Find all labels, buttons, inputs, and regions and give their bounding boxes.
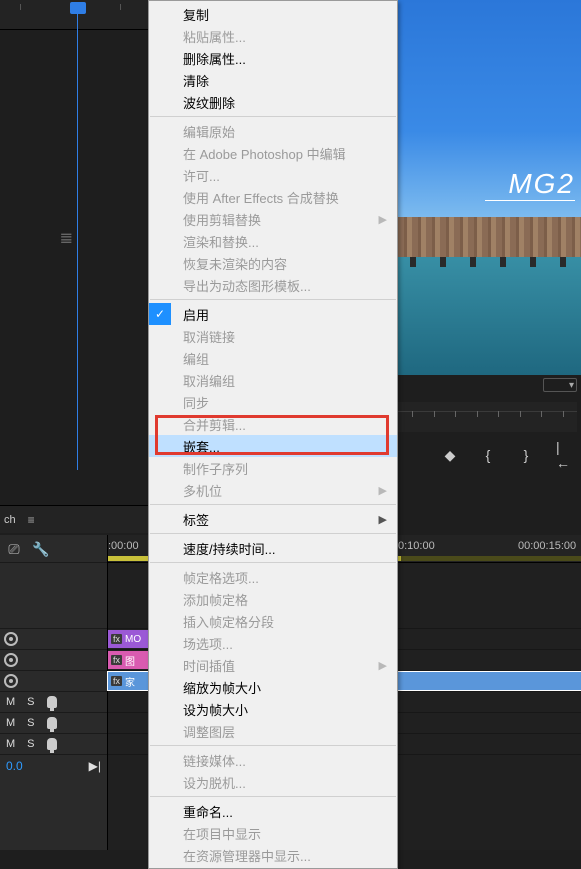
menu-edit-in-ps: 在 Adobe Photoshop 中编辑 [149,142,397,164]
overlay-title-text: MG2 [508,168,575,200]
menu-rename[interactable]: 重命名... [149,800,397,822]
menu-link-media: 链接媒体... [149,749,397,771]
menu-separator [150,533,396,534]
eye-icon[interactable] [4,674,18,688]
menu-ripple-delete[interactable]: 波纹删除 [149,91,397,113]
wrench-icon[interactable]: 🔧 [32,541,48,557]
mute-button[interactable]: M [6,717,15,729]
menu-group: 编组 [149,347,397,369]
eye-icon[interactable] [4,632,18,646]
go-prev-edit-button[interactable]: |← [556,447,572,463]
chevron-right-icon: ▶ [379,659,387,672]
panel-tab-label: ch [4,514,16,526]
menu-reveal-project: 在项目中显示 [149,822,397,844]
menu-replace-ae: 使用 After Effects 合成替换 [149,186,397,208]
menu-label[interactable]: 标签▶ [149,508,397,530]
track-a2-header[interactable]: M S [0,713,107,734]
menu-replace-clip: 使用剪辑替换▶ [149,208,397,230]
clip-label: 图 [125,653,135,668]
add-marker-button[interactable]: ◆ [442,447,458,463]
menu-subsequence: 制作子序列 [149,457,397,479]
track-header-column: ⎚ 🔧 M S M S M S 0.0 ▶| [0,535,108,850]
menu-separator [150,299,396,300]
mute-button[interactable]: M [6,696,15,708]
mute-button[interactable]: M [6,738,15,750]
track-a1-header[interactable]: M S [0,692,107,713]
clip-context-menu: 复制 粘贴属性... 删除属性... 清除 波纹删除 编辑原始 在 Adobe … [148,0,398,869]
menu-scale-frame[interactable]: 缩放为帧大小 [149,676,397,698]
menu-ungroup: 取消编组 [149,369,397,391]
go-to-end-icon[interactable]: ▶| [89,759,101,773]
chevron-right-icon: ▶ [379,513,387,526]
menu-clear[interactable]: 清除 [149,69,397,91]
mark-out-button[interactable]: } [518,447,534,463]
menu-merge: 合并剪辑... [149,413,397,435]
snap-icon[interactable]: ⎚ [6,541,22,557]
check-icon: ✓ [149,303,171,325]
menu-reveal-explorer: 在资源管理器中显示... [149,844,397,866]
program-monitor: MG2 [398,0,581,375]
current-timecode[interactable]: 0.0 [6,759,23,773]
clip-label: 家 [125,674,135,689]
ruler-label: 0:10:00 [398,540,435,552]
zoom-dropdown[interactable]: ▾ [543,378,577,392]
mark-in-button[interactable]: { [480,447,496,463]
menu-copy[interactable]: 复制 [149,3,397,25]
menu-delete-attrs[interactable]: 删除属性... [149,47,397,69]
playhead-handle[interactable] [70,2,86,14]
track-a3-header[interactable]: M S [0,734,107,755]
track-v1-header[interactable] [0,671,107,692]
menu-make-offline: 设为脱机... [149,771,397,793]
menu-separator [150,745,396,746]
menu-enable[interactable]: ✓ 启用 [149,303,397,325]
menu-speed[interactable]: 速度/持续时间... [149,537,397,559]
menu-multicam: 多机位▶ [149,479,397,501]
menu-add-frame-hold: 添加帧定格 [149,588,397,610]
ruler-label: 00:00:15:00 [518,540,576,552]
menu-separator [150,116,396,117]
menu-nest[interactable]: 嵌套... [149,435,397,457]
menu-paste-attrs: 粘贴属性... [149,25,397,47]
menu-insert-hold-seg: 插入帧定格分段 [149,610,397,632]
chevron-right-icon: ▶ [379,213,387,226]
panel-tab-bar[interactable]: ch ≡ [0,505,148,533]
ruler-label: :00:00 [108,540,139,552]
menu-enable-label: 启用 [183,305,209,324]
eye-icon[interactable] [4,653,18,667]
playhead-line [77,14,78,470]
menu-restore-unrendered: 恢复未渲染的内容 [149,252,397,274]
solo-button[interactable]: S [27,717,34,729]
record-mic-icon[interactable] [47,696,57,708]
menu-render-replace: 渲染和替换... [149,230,397,252]
chevron-down-icon: ▾ [569,380,574,391]
record-mic-icon[interactable] [47,717,57,729]
track-v3-header[interactable] [0,629,107,650]
menu-set-frame[interactable]: 设为帧大小 [149,698,397,720]
menu-unlink: 取消链接 [149,325,397,347]
fx-badge: fx [111,676,122,686]
menu-field-opts: 场选项... [149,632,397,654]
chevron-right-icon: ▶ [379,484,387,497]
track-v2-header[interactable] [0,650,107,671]
menu-separator [150,562,396,563]
menu-export-mogrt: 导出为动态图形模板... [149,274,397,296]
panel-menu-icon[interactable]: ≡ [28,513,35,527]
record-mic-icon[interactable] [47,738,57,750]
menu-time-interp: 时间插值▶ [149,654,397,676]
program-ruler[interactable] [398,402,577,432]
solo-button[interactable]: S [27,696,34,708]
menu-license: 许可... [149,164,397,186]
overlay-title-rule [485,200,575,201]
fx-badge: fx [111,634,122,644]
menu-edit-original: 编辑原始 [149,120,397,142]
menu-separator [150,796,396,797]
solo-button[interactable]: S [27,738,34,750]
menu-sync: 同步 [149,391,397,413]
clip-label: MO [125,634,141,645]
menu-separator [150,504,396,505]
in-out-icon[interactable]: 𝌆 [60,230,73,247]
fx-badge: fx [111,655,122,665]
menu-frame-hold-opts: 帧定格选项... [149,566,397,588]
menu-adjustment: 调整图层 [149,720,397,742]
